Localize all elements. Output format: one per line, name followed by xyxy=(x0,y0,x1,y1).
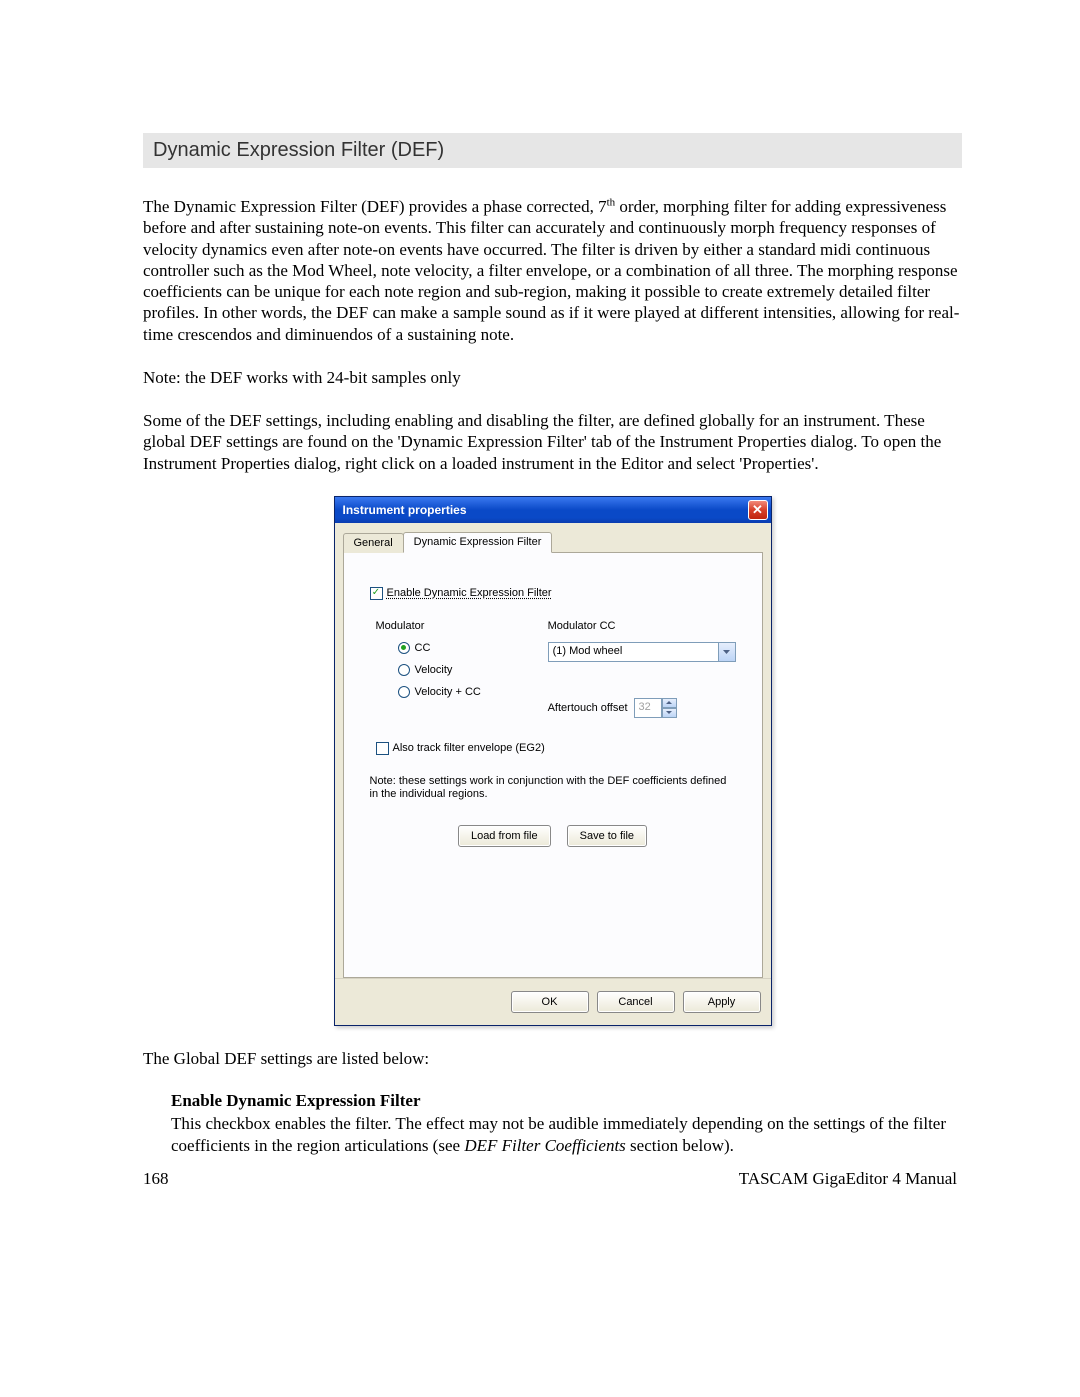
radio-velocity[interactable]: Velocity xyxy=(376,664,548,676)
enable-def-subheading: Enable Dynamic Expression Filter xyxy=(171,1091,962,1111)
para1-superscript: th xyxy=(607,196,616,208)
radio-velocity-label: Velocity xyxy=(415,664,453,676)
modulator-cc-value[interactable]: (1) Mod wheel xyxy=(548,642,719,662)
aftertouch-label: Aftertouch offset xyxy=(548,702,628,714)
caret-down-icon xyxy=(666,711,672,714)
page: Dynamic Expression Filter (DEF) The Dyna… xyxy=(0,0,1080,1397)
load-from-file-button[interactable]: Load from file xyxy=(458,825,551,847)
modulator-cc-column: Modulator CC (1) Mod wheel Aftertouch of… xyxy=(548,620,736,718)
tab-general[interactable]: General xyxy=(343,533,404,553)
chevron-down-icon xyxy=(723,650,730,654)
para1-part-a: The Dynamic Expression Filter (DEF) prov… xyxy=(143,197,607,216)
paragraph-2: Some of the DEF settings, including enab… xyxy=(143,410,962,474)
para1-part-b: order, morphing filter for adding expres… xyxy=(143,197,959,344)
panel-spacer xyxy=(370,847,736,957)
enable-def-checkbox[interactable]: ✓ xyxy=(370,587,383,600)
sub-body-b: section below). xyxy=(626,1136,734,1155)
save-to-file-button[interactable]: Save to file xyxy=(567,825,647,847)
also-track-checkbox[interactable]: ✓ xyxy=(376,742,389,755)
paragraph-1: The Dynamic Expression Filter (DEF) prov… xyxy=(143,196,962,345)
radio-cc-label: CC xyxy=(415,642,431,654)
radio-velcc[interactable]: Velocity + CC xyxy=(376,686,548,698)
aftertouch-spinner xyxy=(662,698,677,718)
dialog-container: Instrument properties ✕ General Dynamic … xyxy=(143,496,962,1026)
also-track-row: ✓ Also track filter envelope (EG2) xyxy=(370,742,736,755)
dialog-title: Instrument properties xyxy=(343,503,467,517)
titlebar: Instrument properties ✕ xyxy=(335,497,771,523)
paragraph-3: The Global DEF settings are listed below… xyxy=(143,1048,962,1069)
enable-def-label: Enable Dynamic Expression Filter xyxy=(387,587,552,599)
aftertouch-input[interactable]: 32 xyxy=(634,698,662,718)
tabs-area: General Dynamic Expression Filter ✓ Enab… xyxy=(335,523,771,978)
page-footer: 168 TASCAM GigaEditor 4 Manual xyxy=(143,1169,957,1189)
tab-def[interactable]: Dynamic Expression Filter xyxy=(403,532,553,553)
dialog-footer: OK Cancel Apply xyxy=(335,978,771,1025)
spin-down-button[interactable] xyxy=(662,708,677,718)
ok-button[interactable]: OK xyxy=(511,991,589,1013)
cancel-button[interactable]: Cancel xyxy=(597,991,675,1013)
tab-panel: ✓ Enable Dynamic Expression Filter Modul… xyxy=(343,553,763,978)
file-buttons-row: Load from file Save to file xyxy=(370,825,736,847)
radio-cc[interactable]: CC xyxy=(376,642,548,654)
modulator-cc-combo[interactable]: (1) Mod wheel xyxy=(548,642,736,662)
tab-row: General Dynamic Expression Filter xyxy=(343,531,763,553)
section-heading: Dynamic Expression Filter (DEF) xyxy=(143,133,962,168)
radio-velcc-label: Velocity + CC xyxy=(415,686,481,698)
modulator-label: Modulator xyxy=(376,620,548,632)
apply-button[interactable]: Apply xyxy=(683,991,761,1013)
radio-cc-input[interactable] xyxy=(398,642,410,654)
modulator-column: Modulator CC Velocity Velo xyxy=(370,620,548,718)
aftertouch-row: Aftertouch offset 32 xyxy=(548,698,736,718)
radio-velcc-input[interactable] xyxy=(398,686,410,698)
note-24bit: Note: the DEF works with 24-bit samples … xyxy=(143,367,962,388)
page-number: 168 xyxy=(143,1169,169,1189)
also-track-label: Also track filter envelope (EG2) xyxy=(393,742,545,754)
caret-up-icon xyxy=(666,701,672,704)
instrument-properties-dialog: Instrument properties ✕ General Dynamic … xyxy=(334,496,772,1026)
spin-up-button[interactable] xyxy=(662,698,677,708)
combo-dropdown-button[interactable] xyxy=(719,642,736,662)
sub-body-italic: DEF Filter Coefficients xyxy=(464,1136,625,1155)
dialog-note-text: Note: these settings work in conjunction… xyxy=(370,775,736,801)
modulator-cc-label: Modulator CC xyxy=(548,620,736,632)
radio-dot-icon xyxy=(401,645,406,650)
close-icon: ✕ xyxy=(752,503,763,516)
manual-title: TASCAM GigaEditor 4 Manual xyxy=(739,1169,957,1189)
enable-def-row: ✓ Enable Dynamic Expression Filter xyxy=(370,587,736,600)
columns: Modulator CC Velocity Velo xyxy=(370,620,736,718)
close-button[interactable]: ✕ xyxy=(748,500,768,520)
radio-velocity-input[interactable] xyxy=(398,664,410,676)
enable-def-description: This checkbox enables the filter. The ef… xyxy=(171,1113,962,1156)
